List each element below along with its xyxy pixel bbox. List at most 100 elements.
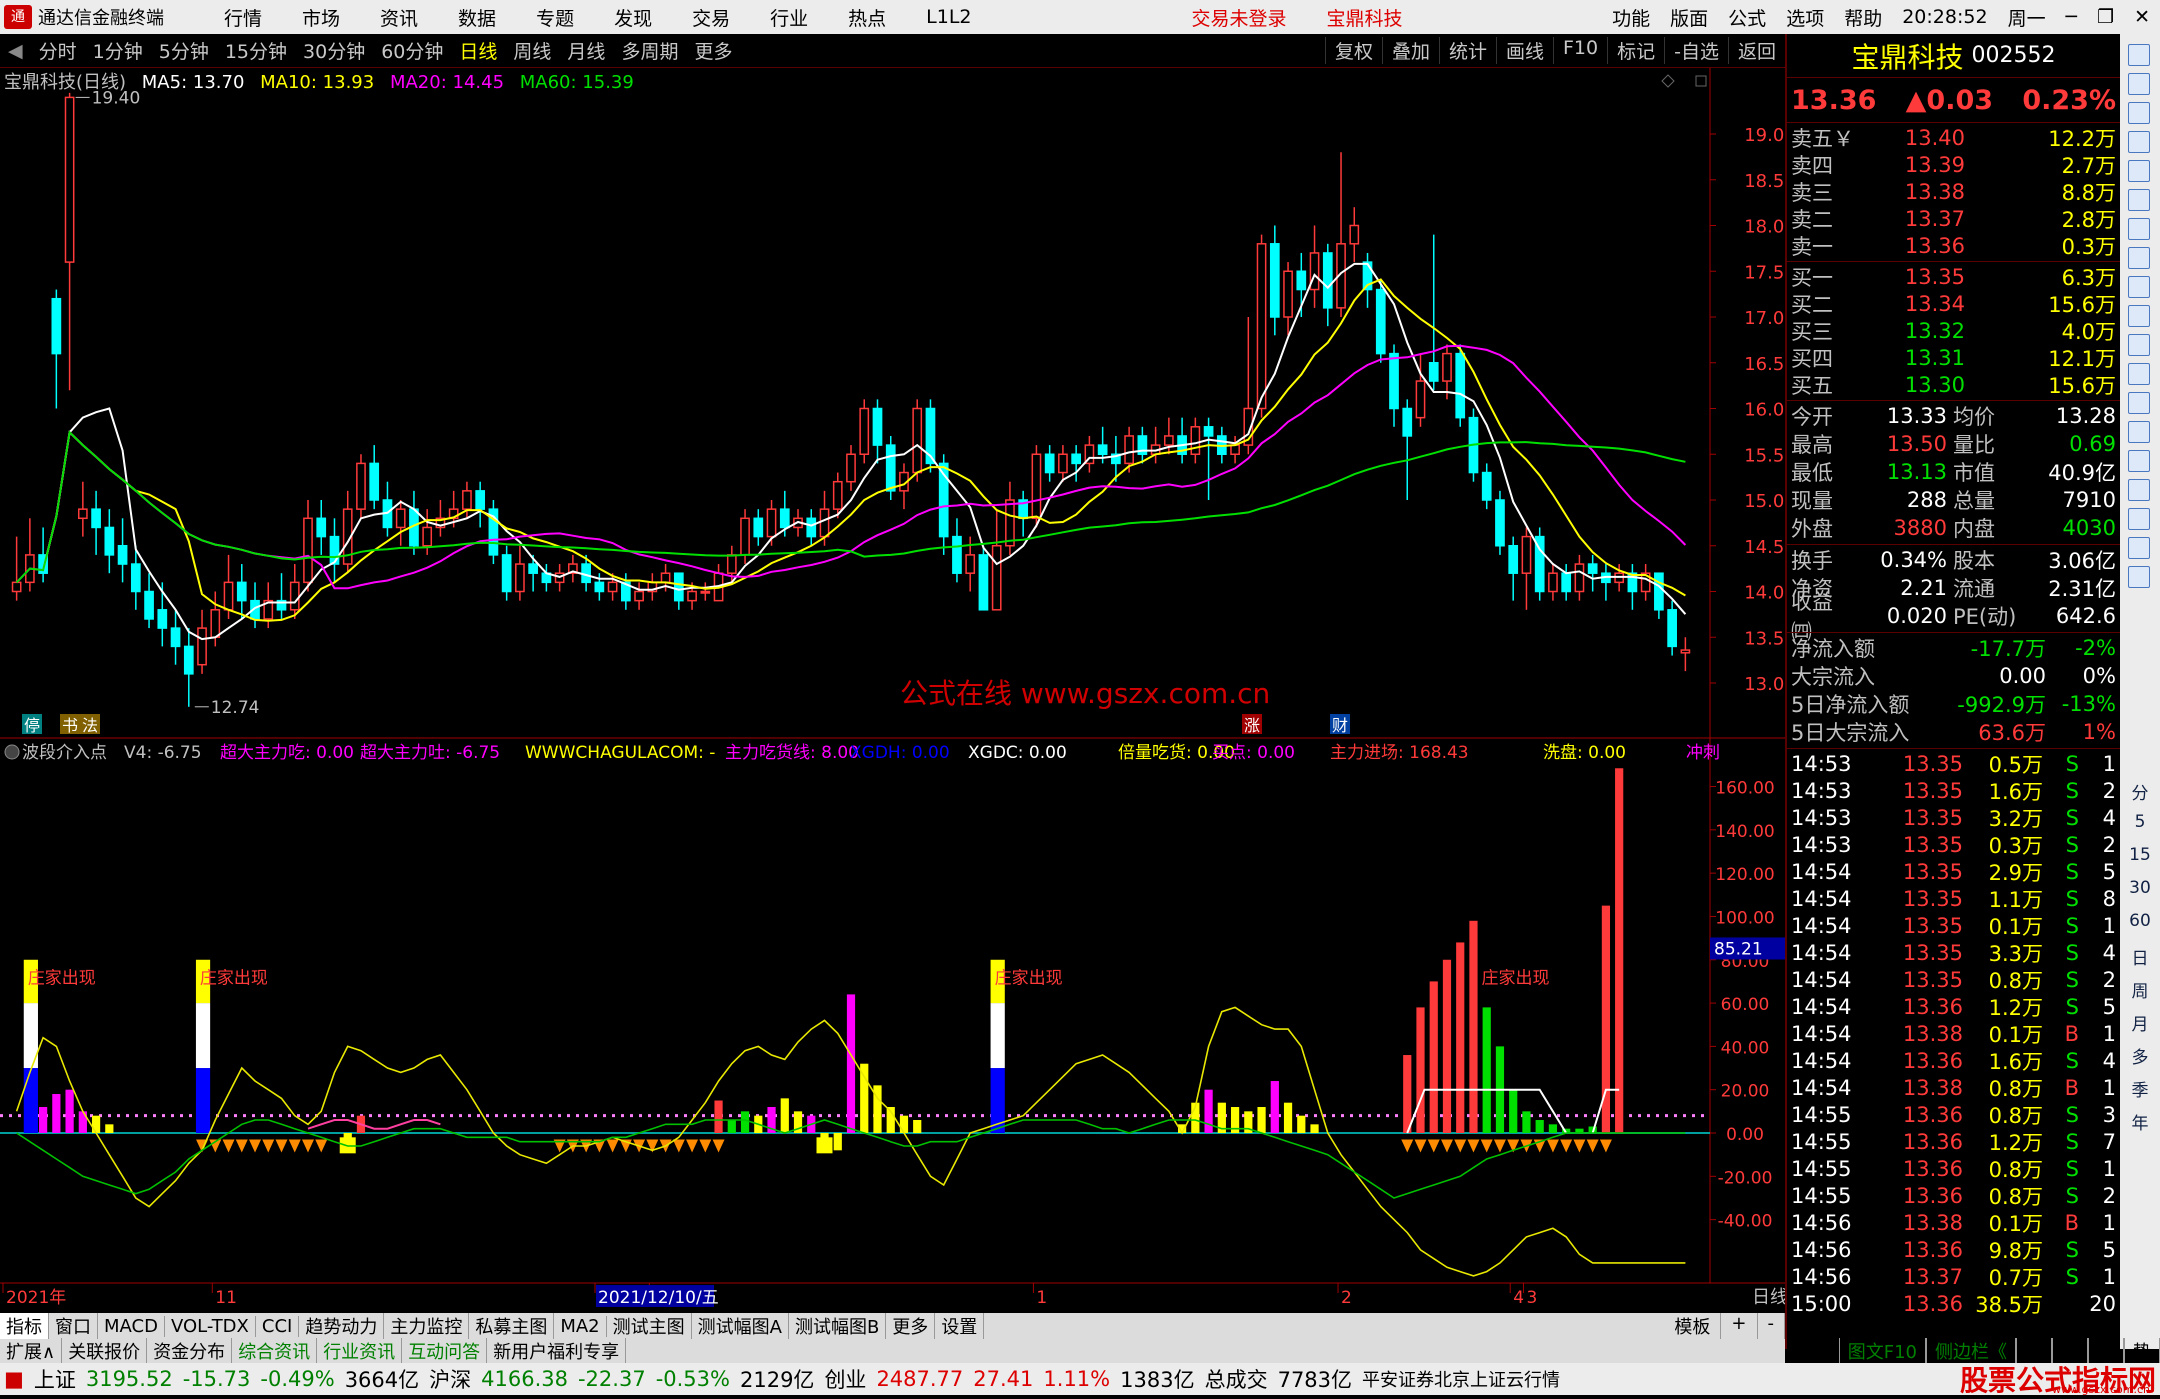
table-icon[interactable] [2128, 102, 2150, 124]
tab-weekly[interactable]: 周线 [505, 37, 559, 64]
tab-daily[interactable]: 日线 [451, 37, 505, 64]
sheet-icon[interactable] [2128, 334, 2150, 356]
menu-layout[interactable]: 版面 [1670, 4, 1708, 31]
tab-more[interactable]: 更多 [686, 37, 740, 64]
indicator-tab[interactable]: MACD [98, 1315, 165, 1337]
tab-15min[interactable]: 15分钟 [217, 37, 295, 64]
kline-chart[interactable]: 19.00 18.50 18.00 17.50 17.00 16.50 16.00 15.50… [0, 68, 1785, 1313]
bar-icon[interactable] [2128, 276, 2150, 298]
tool-mark[interactable]: 标记 [1607, 37, 1664, 64]
extension-tab[interactable]: 新用户福利专享 [487, 1338, 627, 1364]
sh-label[interactable]: 上证 [34, 1364, 76, 1394]
period-shortcut[interactable]: 5 [2120, 812, 2160, 832]
tab-5min[interactable]: 5分钟 [151, 37, 217, 64]
menu-function[interactable]: 功能 [1612, 4, 1650, 31]
template-control[interactable]: - [1758, 1313, 1785, 1339]
menu-industry[interactable]: 行业 [770, 4, 808, 31]
extension-tab[interactable]: 关联报价 [62, 1338, 148, 1364]
period-shortcut[interactable]: 周 [2120, 977, 2160, 1002]
period-shortcut[interactable]: 年 [2120, 1109, 2160, 1134]
tab-multi-period[interactable]: 多周期 [613, 37, 686, 64]
indicator-tab[interactable]: MA2 [554, 1315, 607, 1337]
tool-f10[interactable]: F10 [1553, 37, 1607, 64]
menu-hot[interactable]: 热点 [848, 4, 886, 31]
menu-l1l2[interactable]: L1L2 [926, 6, 971, 28]
extension-tab[interactable]: 资金分布 [147, 1338, 233, 1364]
indicator-tab[interactable]: 趋势动力 [299, 1313, 385, 1339]
menu-trade[interactable]: 交易 [692, 4, 730, 31]
tab-fenshi[interactable]: 分时 [31, 37, 85, 64]
line-icon[interactable] [2128, 247, 2150, 269]
tab-1min[interactable]: 1分钟 [85, 37, 151, 64]
cy-label[interactable]: 创业 [824, 1364, 866, 1394]
menu-formula[interactable]: 公式 [1728, 4, 1766, 31]
close-icon[interactable]: ✕ [2134, 6, 2150, 28]
period-shortcut[interactable]: 月 [2120, 1010, 2160, 1035]
period-shortcut[interactable]: 30 [2120, 878, 2160, 898]
tab-30min[interactable]: 30分钟 [295, 37, 373, 64]
period-shortcut[interactable]: 季 [2120, 1076, 2160, 1101]
indicator-tab[interactable]: 主力监控 [384, 1313, 470, 1339]
extension-tab[interactable]: 综合资讯 [232, 1338, 318, 1364]
indicator-tab[interactable]: 私募主图 [469, 1313, 555, 1339]
period-shortcut[interactable]: 分 [2120, 779, 2160, 804]
tool-restore-rights[interactable]: 复权 [1324, 37, 1382, 64]
extension-tab[interactable]: 行业资讯 [317, 1338, 403, 1364]
rsi-icon[interactable] [2128, 479, 2150, 501]
menu-help[interactable]: 帮助 [1844, 4, 1882, 31]
tool-stats[interactable]: 统计 [1438, 37, 1496, 64]
indicator-tab[interactable]: CCI [256, 1315, 300, 1337]
sz-label[interactable]: 沪深 [429, 1364, 471, 1394]
extension-tab[interactable]: 互动问答 [402, 1338, 488, 1364]
menu-data[interactable]: 数据 [458, 4, 496, 31]
list-icon[interactable] [2128, 160, 2150, 182]
minimize-icon[interactable]: ─ [2066, 6, 2077, 28]
period-shortcut[interactable]: 多 [2120, 1043, 2160, 1068]
arrow-up-icon[interactable] [2128, 44, 2150, 66]
extension-tab[interactable]: 扩展∧ [0, 1338, 63, 1364]
menu-market[interactable]: 市场 [302, 4, 340, 31]
side-tab[interactable]: 图文F10 [1838, 1338, 1926, 1364]
tool-remove-watch[interactable]: -自选 [1664, 37, 1728, 64]
indicator-tab[interactable]: 更多 [886, 1313, 936, 1339]
indicator-tab[interactable]: 测试幅图B [789, 1313, 887, 1339]
period-shortcut[interactable]: 60 [2120, 911, 2160, 931]
doc-icon[interactable] [2128, 392, 2150, 414]
indicator-toggle-icon[interactable] [4, 744, 20, 760]
page-icon[interactable] [2128, 73, 2150, 95]
chart-icon[interactable] [2128, 131, 2150, 153]
indicator-tab[interactable]: 测试幅图A [692, 1313, 789, 1339]
grid-icon[interactable] [2128, 218, 2150, 240]
tab-60min[interactable]: 60分钟 [373, 37, 451, 64]
trade-login-status[interactable]: 交易未登录 [1192, 4, 1287, 31]
move-icon[interactable] [2128, 508, 2150, 530]
period-shortcut[interactable]: 15 [2120, 845, 2160, 865]
bars-icon[interactable] [2128, 189, 2150, 211]
fs-icon[interactable] [2128, 566, 2150, 588]
tool-draw[interactable]: 画线 [1495, 37, 1553, 64]
tab-monthly[interactable]: 月线 [559, 37, 613, 64]
template-control[interactable]: 模板 [1664, 1313, 1722, 1339]
restore-icon[interactable]: ❐ [2097, 6, 2114, 28]
ring-icon[interactable] [2128, 421, 2150, 443]
indicator-tab[interactable]: VOL-TDX [165, 1315, 256, 1337]
sheet-icon[interactable] [2128, 363, 2150, 385]
collapse-icon[interactable]: ◀ [0, 40, 31, 62]
pen-icon[interactable] [2128, 537, 2150, 559]
period-shortcut[interactable]: 日 [2120, 944, 2160, 969]
menu-quotes[interactable]: 行情 [224, 4, 262, 31]
volume-icon[interactable] [2128, 450, 2150, 472]
menu-topic[interactable]: 专题 [536, 4, 574, 31]
tool-overlay[interactable]: 叠加 [1381, 37, 1439, 64]
server-name[interactable]: 平安证券北京上证云行情 [1362, 1366, 1560, 1392]
indicator-tab[interactable]: 设置 [935, 1313, 985, 1339]
menu-options[interactable]: 选项 [1786, 4, 1824, 31]
indicator-tab[interactable]: 测试主图 [607, 1313, 692, 1339]
template-control[interactable]: + [1721, 1313, 1758, 1339]
indicator-tab[interactable]: 指标 [0, 1313, 49, 1339]
menu-news[interactable]: 资讯 [380, 4, 418, 31]
f10-icon[interactable] [2128, 305, 2150, 327]
indicator-tab[interactable]: 窗口 [49, 1313, 98, 1339]
tool-back[interactable]: 返回 [1727, 37, 1785, 64]
menu-discover[interactable]: 发现 [614, 4, 652, 31]
